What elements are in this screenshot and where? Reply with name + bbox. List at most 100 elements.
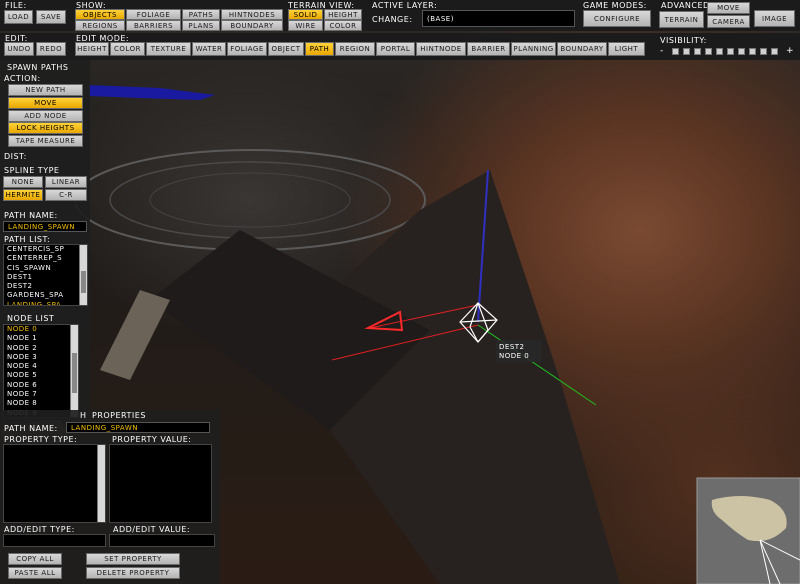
node-list-item[interactable]: Node 8: [4, 399, 78, 408]
node-list-label: Node List: [7, 314, 55, 323]
load-button[interactable]: Load: [4, 10, 33, 24]
node-list-item[interactable]: Node 3: [4, 353, 78, 362]
visibility-step[interactable]: [705, 48, 712, 55]
visibility-step[interactable]: [694, 48, 701, 55]
edit-mode-boundary-button[interactable]: Boundary: [557, 42, 607, 56]
show-hintnodes-toggle[interactable]: HintNodes: [221, 9, 283, 20]
node-list-item[interactable]: Node 6: [4, 381, 78, 390]
show-objects-toggle[interactable]: Objects: [75, 9, 125, 20]
redo-button[interactable]: Redo: [36, 42, 66, 56]
game-modes-label: Game Modes:: [583, 1, 647, 10]
delete-property-button[interactable]: Delete Property: [86, 567, 180, 579]
edit-mode-object-button[interactable]: Object: [268, 42, 304, 56]
edit-mode-barrier-button[interactable]: Barrier: [467, 42, 510, 56]
edit-mode-hintnode-button[interactable]: HintNode: [416, 42, 466, 56]
edit-mode-path-button[interactable]: Path: [305, 42, 334, 56]
node-list-scrollbar[interactable]: [70, 325, 78, 417]
visibility-step[interactable]: [727, 48, 734, 55]
edit-mode-planning-button[interactable]: Planning: [511, 42, 556, 56]
path-list-label: Path List:: [4, 235, 51, 244]
path-list-item[interactable]: CIS_SPAWN: [4, 264, 87, 273]
edit-mode-height-button[interactable]: Height: [75, 42, 109, 56]
node-list-item[interactable]: Node 5: [4, 371, 78, 380]
node-list-item[interactable]: Node 0: [4, 325, 78, 334]
edit-mode-portal-button[interactable]: Portal: [376, 42, 415, 56]
spline-hermite-toggle[interactable]: Hermite: [3, 189, 43, 201]
node-list-item[interactable]: Node 2: [4, 344, 78, 353]
property-value-list[interactable]: [109, 444, 212, 523]
node-list-item[interactable]: Node 1: [4, 334, 78, 343]
lock-heights-toggle[interactable]: Lock Heights: [8, 122, 83, 134]
dist-label: Dist:: [4, 152, 27, 161]
terrain-solid-toggle[interactable]: Solid: [288, 9, 323, 20]
active-layer-select[interactable]: (Base): [422, 10, 575, 27]
path-list-item[interactable]: DEST1: [4, 273, 87, 282]
new-path-button[interactable]: New Path: [8, 84, 83, 96]
move-action-button[interactable]: Move: [8, 97, 83, 109]
path-list-item[interactable]: LANDING_SPA: [4, 301, 87, 305]
path-list-item[interactable]: DEST2: [4, 282, 87, 291]
spline-none-toggle[interactable]: None: [3, 176, 43, 188]
edit-mode-color-button[interactable]: Color: [110, 42, 145, 56]
terrain-height-toggle[interactable]: Height: [324, 9, 362, 20]
path-list-item[interactable]: CENTERREP_S: [4, 254, 87, 263]
spline-type-label: Spline Type: [4, 166, 60, 175]
undo-button[interactable]: Undo: [4, 42, 34, 56]
properties-title: Properties: [92, 411, 146, 420]
edit-mode-foliage-button[interactable]: Foliage: [227, 42, 267, 56]
paste-all-button[interactable]: Paste All: [8, 567, 62, 579]
add-edit-value-input[interactable]: [109, 534, 215, 547]
edit-mode-region-button[interactable]: Region: [335, 42, 375, 56]
advanced-terrain-button[interactable]: Terrain: [659, 11, 704, 28]
visibility-step[interactable]: [716, 48, 723, 55]
path-list-item[interactable]: CENTERCIS_SP: [4, 245, 87, 254]
path-list-scrollbar[interactable]: [79, 245, 87, 305]
node-list-item[interactable]: Node 4: [4, 362, 78, 371]
advanced-image-button[interactable]: Image: [754, 10, 795, 27]
advanced-move-button[interactable]: Move: [707, 2, 750, 14]
tooltip-path-name: DEST2: [499, 343, 525, 351]
visibility-step[interactable]: [672, 48, 679, 55]
visibility-step[interactable]: [749, 48, 756, 55]
visibility-step[interactable]: [760, 48, 767, 55]
props-path-name-label: Path Name:: [4, 424, 58, 433]
advanced-camera-button[interactable]: Camera: [707, 15, 750, 28]
configure-button[interactable]: Configure: [583, 10, 651, 27]
terrain-wire-toggle[interactable]: Wire: [288, 20, 323, 31]
path-list-item[interactable]: GARDENS_SPA: [4, 291, 87, 300]
path-list[interactable]: CENTERCIS_SP CENTERREP_S CIS_SPAWN DEST1 DES…: [3, 244, 88, 306]
show-plans-toggle[interactable]: Plans: [182, 20, 220, 31]
edit-mode-light-button[interactable]: Light: [608, 42, 645, 56]
path-name-field[interactable]: LANDING_SPAWN: [3, 221, 87, 232]
node-list[interactable]: Node 0 Node 1 Node 2 Node 3 Node 4 Node 5 Node…: [3, 324, 79, 418]
props-path-name-field[interactable]: LANDING_SPAWN: [66, 422, 210, 433]
edit-mode-water-button[interactable]: Water: [192, 42, 226, 56]
property-type-list[interactable]: [3, 444, 106, 523]
visibility-step[interactable]: [738, 48, 745, 55]
edit-mode-texture-button[interactable]: Texture: [146, 42, 191, 56]
set-property-button[interactable]: Set Property: [86, 553, 180, 565]
visibility-decrease[interactable]: -: [660, 46, 664, 56]
visibility-step[interactable]: [683, 48, 690, 55]
properties-title-prefix: H: [80, 411, 87, 420]
property-type-scrollbar[interactable]: [97, 445, 105, 522]
show-paths-toggle[interactable]: Paths: [182, 9, 220, 20]
add-node-button[interactable]: Add Node: [8, 110, 83, 122]
copy-all-button[interactable]: Copy All: [8, 553, 62, 565]
add-edit-type-input[interactable]: [3, 534, 106, 547]
show-regions-toggle[interactable]: Regions: [75, 20, 125, 31]
advanced-label: Advanced: [661, 1, 710, 10]
tape-measure-button[interactable]: Tape Measure: [8, 135, 83, 147]
save-button[interactable]: Save: [36, 10, 66, 24]
spline-linear-toggle[interactable]: Linear: [45, 176, 87, 188]
water-patch: [88, 85, 215, 100]
visibility-step[interactable]: [771, 48, 778, 55]
spline-cr-toggle[interactable]: C-R: [45, 189, 87, 201]
node-tooltip: DEST2 Node 0: [496, 340, 542, 362]
visibility-increase[interactable]: +: [786, 46, 794, 56]
show-foliage-toggle[interactable]: Foliage: [126, 9, 181, 20]
show-boundary-toggle[interactable]: Boundary: [221, 20, 283, 31]
show-barriers-toggle[interactable]: Barriers: [126, 20, 181, 31]
node-list-item[interactable]: Node 7: [4, 390, 78, 399]
terrain-color-toggle[interactable]: Color: [324, 20, 362, 31]
